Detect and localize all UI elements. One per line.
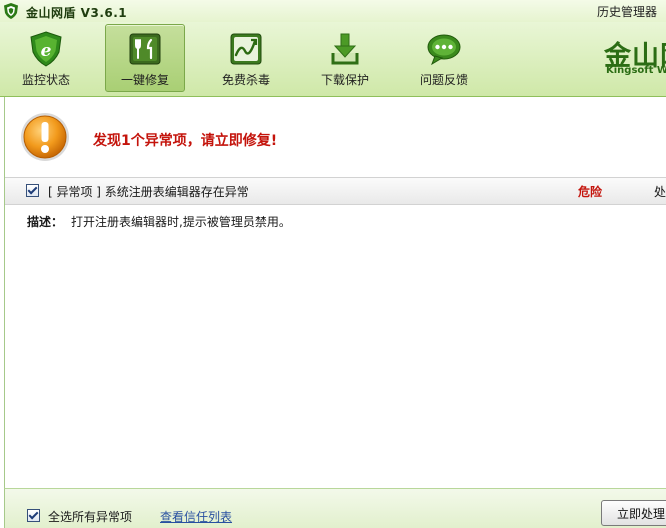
issue-checkbox[interactable] xyxy=(26,184,39,197)
tab-label: 免费杀毒 xyxy=(221,73,270,87)
description-label: 描述： xyxy=(27,215,64,229)
issue-description: 描述： 打开注册表编辑器时,提示被管理员禁用。 xyxy=(27,213,291,230)
trend-icon xyxy=(230,33,262,65)
issue-row[interactable]: [ 异常项 ] 系统注册表编辑器存在异常 危险 处 xyxy=(5,177,666,205)
title-bar: 金山网盾 V3.6.1 历史管理器 xyxy=(0,0,666,22)
description-text: 打开注册表编辑器时,提示被管理员禁用。 xyxy=(71,215,291,229)
tab-monitor-status[interactable]: e 监控状态 xyxy=(6,24,86,92)
main-toolbar: e 监控状态 一键修复 免费杀毒 下载保护 问题反馈 金山 Kingsoft W xyxy=(0,22,666,97)
select-all-checkbox[interactable] xyxy=(27,509,40,522)
tab-free-antivirus[interactable]: 免费杀毒 xyxy=(206,24,286,92)
tab-label: 问题反馈 xyxy=(419,73,468,87)
action-column-header: 处 xyxy=(654,185,666,199)
tab-label: 监控状态 xyxy=(21,73,70,87)
alert-message: 发现1个异常项，请立即修复! xyxy=(93,133,278,149)
chat-bubble-icon xyxy=(427,34,461,66)
risk-level-badge: 危险 xyxy=(578,185,603,199)
tab-one-click-repair[interactable]: 一键修复 xyxy=(105,24,185,92)
tab-download-protect[interactable]: 下载保护 xyxy=(305,24,385,92)
view-trust-list-link[interactable]: 查看信任列表 xyxy=(160,508,232,525)
footer-bar: 全选所有异常项 查看信任列表 立即处理 xyxy=(4,488,666,528)
download-icon xyxy=(331,33,359,65)
tab-label: 一键修复 xyxy=(120,73,169,87)
tools-icon xyxy=(129,33,161,65)
fix-now-button[interactable]: 立即处理 xyxy=(601,500,666,526)
repair-panel: 发现1个异常项，请立即修复! [ 异常项 ] 系统注册表编辑器存在异常 危险 处… xyxy=(4,97,666,527)
tab-label: 下载保护 xyxy=(320,73,369,87)
issue-title: [ 异常项 ] 系统注册表编辑器存在异常 xyxy=(48,185,249,199)
warning-icon xyxy=(21,113,69,161)
tab-feedback[interactable]: 问题反馈 xyxy=(404,24,484,92)
select-all-label[interactable]: 全选所有异常项 xyxy=(48,508,132,525)
shield-e-icon: e xyxy=(30,31,62,67)
svg-text:e: e xyxy=(41,41,52,61)
history-manager-link[interactable]: 历史管理器 xyxy=(597,3,657,20)
app-shield-icon xyxy=(4,3,18,19)
brand-logo-subtext: Kingsoft W xyxy=(606,65,666,76)
app-title: 金山网盾 V3.6.1 xyxy=(26,6,128,20)
